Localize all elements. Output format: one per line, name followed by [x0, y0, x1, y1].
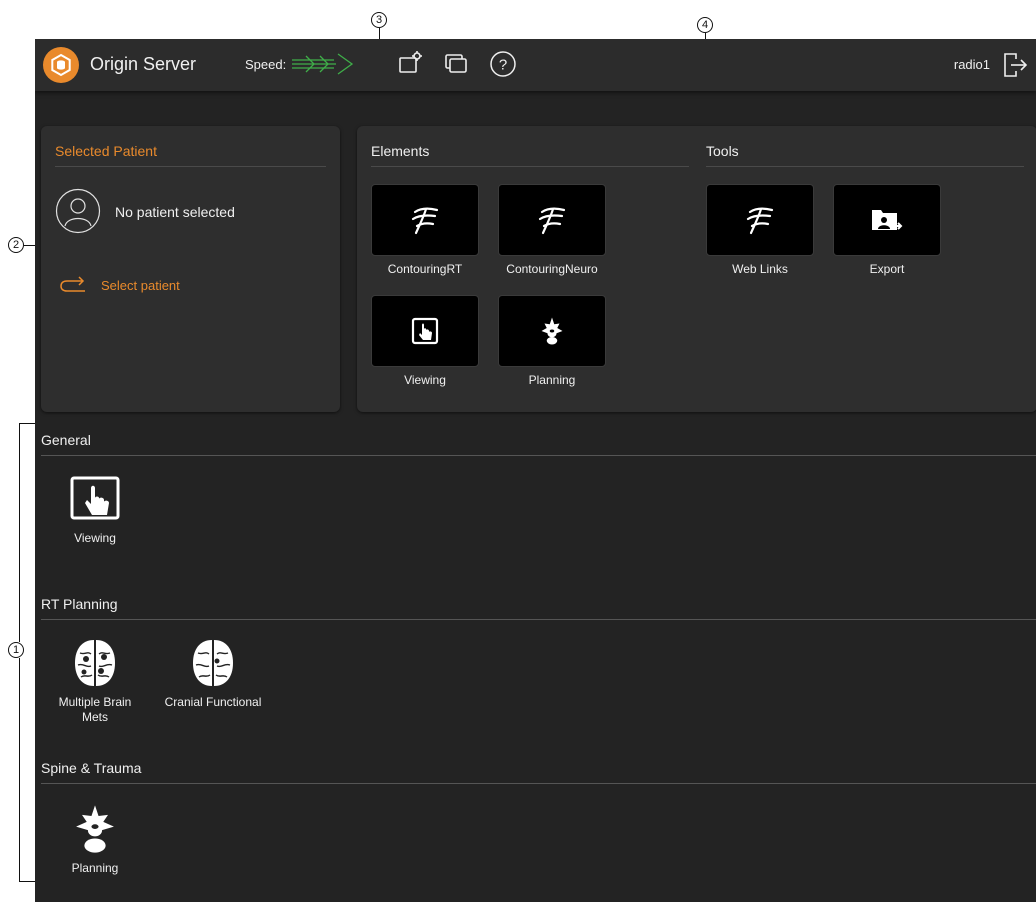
element-tile-viewing[interactable]: Viewing	[370, 295, 480, 387]
app-multiple-brain-mets[interactable]: Multiple Brain Mets	[35, 637, 155, 725]
app-title: Origin Server	[90, 54, 197, 74]
logout-icon[interactable]	[1002, 51, 1028, 79]
tile-label: ContouringNeuro	[506, 262, 598, 276]
speed-label: Speed:	[245, 57, 287, 72]
select-patient-button[interactable]: Select patient	[59, 276, 180, 299]
contouring-icon	[538, 207, 566, 235]
tile-icon-box	[706, 184, 814, 256]
export-icon	[872, 210, 903, 230]
element-tile-contouring-rt[interactable]: ContouringRT	[370, 184, 480, 276]
viewing-icon	[411, 317, 439, 345]
app-label: Cranial Functional	[164, 695, 262, 709]
tile-icon-box	[498, 184, 606, 256]
selected-patient-panel: Selected Patient No patient selected Sel…	[41, 126, 340, 412]
tile-label: ContouringRT	[387, 262, 463, 276]
tool-tile-export[interactable]: Export	[832, 184, 942, 276]
tile-icon-box	[371, 295, 479, 367]
speed-arrows-icon	[292, 53, 354, 75]
username[interactable]: radio1	[954, 57, 990, 72]
tile-label: Viewing	[404, 373, 446, 387]
app-label: Planning	[71, 861, 119, 875]
tile-label: Planning	[528, 373, 576, 387]
callout-2: 2	[8, 237, 24, 253]
elements-tools-panel: Elements Tools ContouringRT ContouringNe…	[357, 126, 1036, 412]
app-label: Viewing	[74, 531, 116, 545]
viewing-icon	[70, 476, 120, 520]
svg-text:?: ?	[499, 57, 507, 74]
section-title-general: General	[41, 432, 91, 448]
elements-heading: Elements	[371, 143, 430, 159]
spine-icon	[76, 805, 114, 853]
section-divider	[41, 783, 1036, 784]
callout-1-bracket	[19, 423, 20, 642]
tile-icon-box	[833, 184, 941, 256]
divider	[706, 166, 1024, 167]
app-label: Multiple Brain Mets	[58, 695, 132, 724]
section-divider	[41, 455, 1036, 456]
selected-patient-heading: Selected Patient	[55, 143, 157, 159]
documentation-figure: 3 4 2 1 Origin Server Speed: ? radio1 Se…	[0, 0, 1036, 902]
tools-heading: Tools	[706, 143, 739, 159]
app-logo-icon[interactable]	[43, 47, 79, 83]
element-tile-planning[interactable]: Planning	[497, 295, 607, 387]
divider	[371, 166, 689, 167]
origin-server-app: Origin Server Speed: ? radio1 Selected P…	[35, 39, 1036, 902]
patient-avatar-icon	[55, 188, 101, 234]
divider	[55, 166, 326, 167]
section-title-spine-trauma: Spine & Trauma	[41, 760, 142, 776]
section-divider	[41, 619, 1036, 620]
app-viewing[interactable]: Viewing	[35, 475, 155, 546]
app-cranial-functional[interactable]: Cranial Functional	[153, 637, 273, 710]
tool-tile-web-links[interactable]: Web Links	[705, 184, 815, 276]
select-arrow-icon	[60, 276, 85, 292]
section-title-rt-planning: RT Planning	[41, 596, 118, 612]
callout-1: 1	[8, 642, 24, 658]
callout-1-bracket	[19, 658, 20, 882]
help-icon[interactable]: ?	[489, 50, 517, 78]
tile-label: Export	[869, 262, 905, 276]
brain-icon	[193, 640, 233, 686]
windows-icon[interactable]	[443, 50, 469, 76]
element-tile-contouring-neuro[interactable]: ContouringNeuro	[497, 184, 607, 276]
tile-icon-box	[498, 295, 606, 367]
tile-icon-box	[371, 184, 479, 256]
tile-label: Web Links	[732, 262, 788, 276]
brain-icon	[75, 640, 115, 686]
select-patient-label: Select patient	[101, 278, 180, 293]
top-bar: Origin Server Speed: ? radio1	[35, 39, 1036, 91]
contouring-icon	[746, 207, 774, 235]
contouring-icon	[411, 207, 439, 235]
spine-icon	[541, 317, 563, 345]
window-settings-icon[interactable]	[397, 50, 423, 76]
callout-3: 3	[371, 12, 387, 28]
app-planning[interactable]: Planning	[35, 803, 155, 876]
patient-status-text: No patient selected	[115, 204, 235, 220]
callout-4: 4	[697, 17, 713, 33]
